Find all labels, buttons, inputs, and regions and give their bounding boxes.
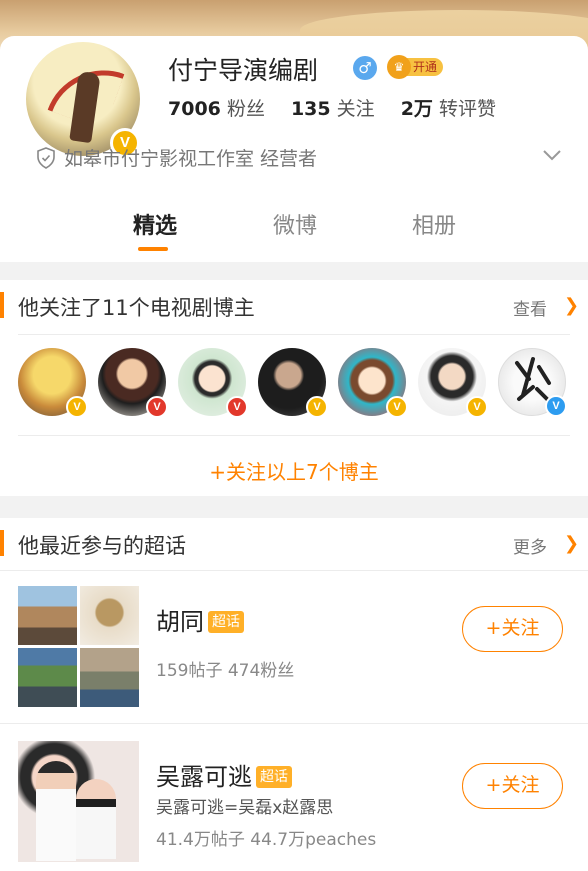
man-glasses-avatar[interactable]: V [258,348,328,418]
follow-all-button[interactable]: +关注以上7个博主 [0,456,588,485]
calligraphy-avatar[interactable]: V [498,348,567,417]
verification-info: 如皋市付宁影视工作室 经营者 [36,144,317,171]
follow-topic-button[interactable]: +关注 [462,606,563,652]
profile-tabs: 精选 微博 相册 [0,208,588,258]
following-card: 他关注了11个电视剧博主 查看 ❯ V V V V V V V +关注以上7个博… [0,280,588,496]
verified-v-icon: V [146,396,168,418]
topics-card: 他最近参与的超话 更多 ❯ 胡同 超话 159帖子 474粉丝 +关注 吴露可逃超… [0,518,588,871]
verified-v-icon: V [66,396,88,418]
topic-stats: 159帖子 474粉丝 [156,661,295,681]
topic-thumbnail [18,586,139,707]
following-header[interactable]: 他关注了11个电视剧博主 查看 ❯ [0,280,588,334]
topic-item[interactable]: 吴露可逃 超话 吴露可逃=吴磊x赵露思 41.4万帖子 44.7万peaches … [0,733,588,871]
film-set-avatar[interactable]: V [18,348,88,418]
verification-text: 如皋市付宁影视工作室 经营者 [64,148,318,170]
male-gender-icon: ♂ [353,56,377,80]
verified-v-icon: V [466,396,488,418]
topic-thumbnail [18,741,139,862]
chevron-right-icon[interactable]: ❯ [564,295,579,316]
cartoon-boy-avatar[interactable]: V [338,348,408,418]
vip-badge[interactable]: 开通 ♛ [387,55,445,79]
fans-stat[interactable]: 7006 粉丝 [168,98,265,120]
likes-stat[interactable]: 2万 转评赞 [401,98,496,120]
topic-stats: 41.4万帖子 44.7万peaches [156,830,377,850]
topic-description: 吴露可逃=吴磊x赵露思 [156,798,334,818]
topic-title: 胡同 超话 [156,602,244,637]
profile-name: 付宁导演编剧 [168,56,319,85]
topics-header[interactable]: 他最近参与的超话 更多 ❯ [0,518,588,572]
follow-topic-button[interactable]: +关注 [462,763,563,809]
topic-item[interactable]: 胡同 超话 159帖子 474粉丝 +关注 [0,578,588,718]
tab-album[interactable]: 相册 [389,208,479,240]
tab-featured[interactable]: 精选 [110,208,200,240]
active-tab-indicator [138,247,168,251]
section-accent-bar [0,292,4,318]
verified-v-icon: V [226,396,248,418]
supertopic-tag: 超话 [208,611,244,633]
profile-stats: 7006 粉丝 135 关注 2万 转评赞 [168,94,496,121]
topics-title: 他最近参与的超话 [18,534,186,558]
divider [18,435,570,436]
following-title: 他关注了11个电视剧博主 [18,296,255,320]
topic-title: 吴露可逃 超话 [156,757,292,792]
verified-v-icon: V [386,396,408,418]
verified-v-icon: V [306,396,328,418]
verified-v-icon: V [545,395,567,417]
divider [0,723,588,724]
divider [0,570,588,571]
shield-icon [37,147,55,169]
woman-avatar[interactable]: V [98,348,168,418]
section-accent-bar [0,530,4,556]
followed-avatars: V V V V V V V [0,348,588,420]
illustrated-girl-avatar[interactable]: V [178,348,248,418]
chevron-right-icon[interactable]: ❯ [564,533,579,554]
young-man-avatar[interactable]: V [418,348,488,418]
view-link[interactable]: 查看 [513,295,547,320]
divider [18,334,570,335]
supertopic-tag: 超话 [256,766,292,788]
chevron-down-icon[interactable] [541,144,563,166]
more-link[interactable]: 更多 [513,533,547,558]
following-stat[interactable]: 135 关注 [291,98,375,120]
crown-icon: ♛ [387,55,411,79]
tab-weibo[interactable]: 微博 [250,208,340,240]
profile-header: V 付宁导演编剧 ♂ 开通 ♛ 7006 粉丝 135 关注 2万 转评赞 如皋市付… [0,36,588,262]
